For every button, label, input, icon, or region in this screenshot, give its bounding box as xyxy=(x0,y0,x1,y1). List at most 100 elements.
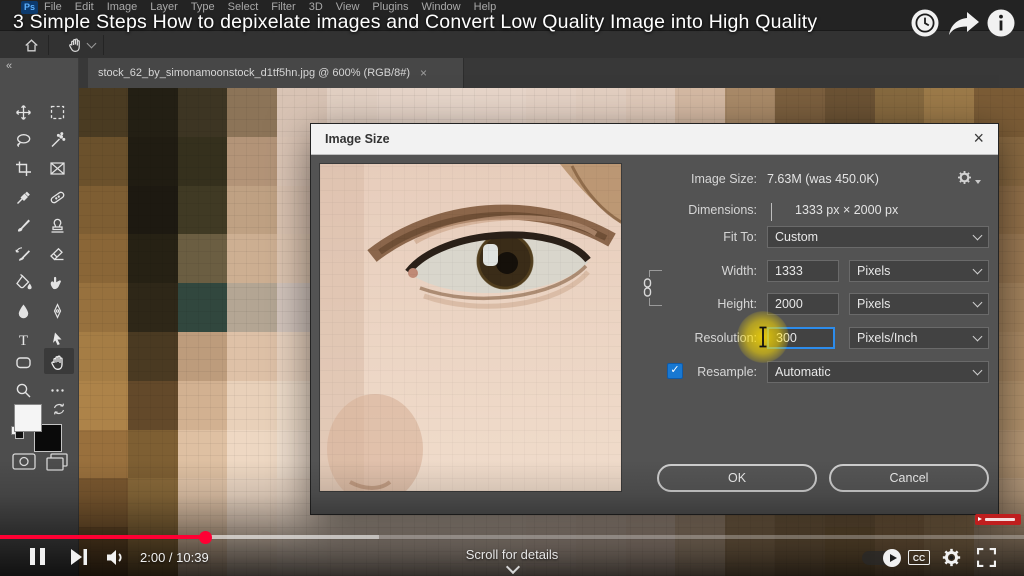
tool-lasso[interactable] xyxy=(10,128,36,152)
tool-type[interactable]: T xyxy=(10,327,36,351)
pause-button[interactable] xyxy=(29,547,47,566)
slice-icon xyxy=(49,160,66,177)
tool-rectangular-marquee[interactable] xyxy=(44,100,70,124)
width-unit-value: Pixels xyxy=(857,264,890,278)
settings-gear-icon xyxy=(942,548,961,567)
width-unit-select[interactable]: Pixels xyxy=(849,260,989,282)
tool-eyedropper[interactable] xyxy=(10,185,36,209)
dialog-options-gear-button[interactable] xyxy=(957,170,972,185)
chevron-down-icon xyxy=(973,332,983,342)
hand-tool-preset[interactable] xyxy=(62,33,88,57)
healing-bandage-icon xyxy=(49,189,66,206)
height-input[interactable] xyxy=(767,293,839,315)
fit-to-select[interactable]: Custom xyxy=(767,226,989,248)
hand-preset-chevron-icon[interactable] xyxy=(87,39,97,49)
dimensions-chevron-button[interactable] xyxy=(767,203,785,217)
tool-smudge[interactable] xyxy=(44,270,70,294)
dialog-close-icon[interactable]: × xyxy=(973,128,984,149)
tool-spot-healing[interactable] xyxy=(44,185,70,209)
move-icon xyxy=(15,104,32,121)
settings-button[interactable] xyxy=(942,548,961,567)
resample-select[interactable]: Automatic xyxy=(767,361,989,383)
cancel-button[interactable]: Cancel xyxy=(829,464,989,492)
watch-later-button[interactable] xyxy=(910,8,940,38)
swap-colors-icon[interactable] xyxy=(52,402,66,416)
chevron-down-icon xyxy=(973,265,983,275)
rounded-rect-icon xyxy=(15,354,32,371)
document-tab-title: stock_62_by_simonamoonstock_d1tf5hn.jpg … xyxy=(98,67,410,79)
channel-watermark[interactable] xyxy=(975,514,1021,525)
svg-text:T: T xyxy=(18,333,27,348)
progress-scrubber[interactable] xyxy=(199,531,212,544)
tool-clone-stamp[interactable] xyxy=(44,213,70,237)
hand-tool-icon xyxy=(49,354,66,371)
share-button[interactable] xyxy=(948,11,980,36)
home-button[interactable] xyxy=(18,33,44,57)
info-button[interactable] xyxy=(986,8,1016,38)
tool-blur[interactable] xyxy=(10,299,36,323)
magic-wand-icon xyxy=(49,132,66,149)
screen-mode-button[interactable] xyxy=(46,453,68,471)
tool-zoom[interactable] xyxy=(10,378,36,402)
height-unit-select[interactable]: Pixels xyxy=(849,293,989,315)
history-brush-icon xyxy=(15,246,32,263)
height-label: Height: xyxy=(631,297,757,311)
resolution-input[interactable] xyxy=(767,327,835,349)
brush-icon xyxy=(15,217,32,234)
time-display: 2:00 / 10:39 xyxy=(140,550,209,565)
gear-menu-caret xyxy=(975,180,981,184)
marquee-icon xyxy=(49,104,66,121)
screen-mode-icon xyxy=(46,453,68,471)
progress-played xyxy=(0,535,205,539)
dimensions-label: Dimensions: xyxy=(631,203,757,217)
watch-later-clock-icon xyxy=(910,8,940,38)
fullscreen-icon xyxy=(977,548,996,567)
progress-bar[interactable] xyxy=(0,535,1024,539)
tool-brush[interactable] xyxy=(10,213,36,237)
tool-magic-wand[interactable] xyxy=(44,128,70,152)
blur-drop-icon xyxy=(15,303,32,320)
stamp-icon xyxy=(49,217,66,234)
pen-icon xyxy=(49,303,66,320)
constrain-proportions-chain-icon[interactable] xyxy=(642,277,653,298)
fullscreen-button[interactable] xyxy=(977,548,996,567)
tool-path-select[interactable] xyxy=(44,327,70,351)
document-tab-bar: stock_62_by_simonamoonstock_d1tf5hn.jpg … xyxy=(78,58,1024,89)
tool-more[interactable] xyxy=(44,378,70,402)
tool-history-brush[interactable] xyxy=(10,242,36,266)
dialog-titlebar[interactable]: Image Size × xyxy=(311,124,998,155)
tool-move[interactable] xyxy=(10,100,36,124)
resample-label: Resample: xyxy=(631,365,757,379)
image-preview[interactable] xyxy=(319,163,622,492)
next-button[interactable] xyxy=(71,549,88,565)
tool-slice[interactable] xyxy=(44,156,70,180)
tool-crop[interactable] xyxy=(10,156,36,180)
volume-button[interactable] xyxy=(106,549,125,566)
tool-shape[interactable] xyxy=(10,350,36,374)
quick-mask-button[interactable] xyxy=(12,453,36,470)
dialog-title: Image Size xyxy=(325,132,390,146)
autoplay-toggle[interactable] xyxy=(862,551,899,565)
crop-icon xyxy=(15,160,32,177)
chevron-down-icon xyxy=(973,298,983,308)
tool-pen[interactable] xyxy=(44,299,70,323)
ok-button[interactable]: OK xyxy=(657,464,817,492)
foreground-color-swatch[interactable] xyxy=(14,404,42,432)
subtitles-button[interactable]: CC xyxy=(908,550,930,565)
video-title[interactable]: 3 Simple Steps How to depixelate images … xyxy=(13,11,913,34)
chevron-down-icon xyxy=(973,231,983,241)
eyedropper-icon xyxy=(15,189,32,206)
image-size-dialog: Image Size × xyxy=(310,123,999,515)
resolution-unit-select[interactable]: Pixels/Inch xyxy=(849,327,989,349)
tool-eraser[interactable] xyxy=(44,242,70,266)
chevron-down-icon xyxy=(973,366,983,376)
document-tab-close-icon[interactable]: × xyxy=(420,66,427,80)
fit-to-label: Fit To: xyxy=(631,230,757,244)
ellipsis-icon xyxy=(49,382,66,399)
tool-paint-bucket[interactable] xyxy=(10,270,36,294)
document-tab[interactable]: stock_62_by_simonamoonstock_d1tf5hn.jpg … xyxy=(88,58,464,88)
preview-pixelation-overlay xyxy=(320,164,621,491)
tool-hand[interactable] xyxy=(44,350,70,374)
collapse-panel-button[interactable]: « xyxy=(6,60,12,72)
width-input[interactable] xyxy=(767,260,839,282)
